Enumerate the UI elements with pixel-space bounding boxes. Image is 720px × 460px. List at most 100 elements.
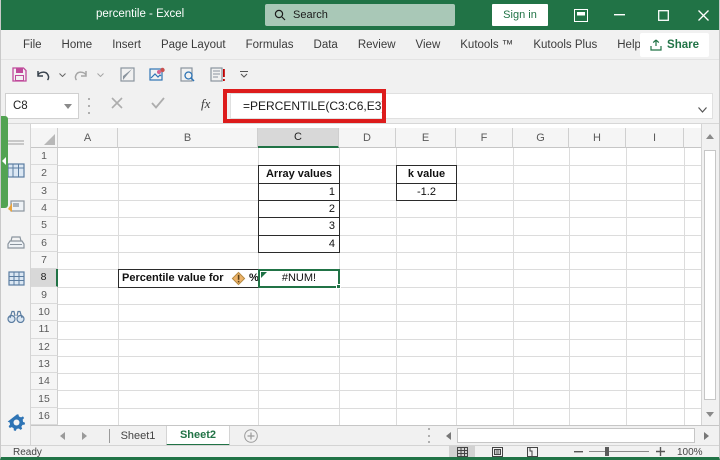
cell-e2[interactable]: k value [396,165,457,184]
customize-toolbar-chevron[interactable] [239,65,249,85]
undo-button[interactable] [33,65,53,85]
scroll-down-button[interactable] [702,404,718,424]
ribbon-tab-kutools[interactable]: Kutools ™ [450,30,523,60]
printer-icon[interactable] [6,232,26,252]
tabbar-separator-dots[interactable] [427,428,430,443]
ribbon-tab-kutools-plus[interactable]: Kutools Plus [523,30,607,60]
column-header-i[interactable]: I [626,128,684,148]
save-button[interactable] [9,65,29,85]
ribbon-tab-data[interactable]: Data [304,30,348,60]
row-header-6[interactable]: 6 [31,234,58,252]
row-header-5[interactable]: 5 [31,217,58,235]
enter-button[interactable] [151,96,165,114]
settings-gear-icon[interactable] [6,412,26,432]
insert-function-button[interactable]: fx [201,96,210,112]
workbook-grid-icon[interactable] [6,160,26,180]
ribbon-display-options-button[interactable] [564,0,598,30]
page-layout-view-button[interactable] [484,446,510,457]
row-header-3[interactable]: 3 [31,182,58,200]
cell-c8[interactable]: #NUM! [258,269,341,289]
cancel-button[interactable] [111,96,123,114]
row-header-1[interactable]: 1 [31,148,58,166]
sign-in-button[interactable]: Sign in [492,4,548,26]
row-header-8[interactable]: 8 [31,269,58,287]
share-button[interactable]: Share [640,33,709,57]
maximize-button[interactable] [646,0,680,30]
cell-e3[interactable]: -1.2 [396,182,457,201]
row-header-14[interactable]: 14 [31,373,58,391]
row-header-16[interactable]: 16 [31,407,58,426]
ribbon-tab-home[interactable]: Home [52,30,103,60]
worksheet-nav-icon[interactable] [6,196,26,216]
search-input[interactable]: Search [265,4,455,26]
next-sheet-button[interactable] [75,426,93,446]
close-button[interactable] [686,0,719,30]
column-header-d[interactable]: D [339,128,396,148]
row-header-4[interactable]: 4 [31,199,58,218]
column-header-e[interactable]: E [396,128,456,148]
scroll-left-button[interactable] [439,426,457,446]
scroll-right-button[interactable] [697,426,715,446]
ribbon-tab-page-layout[interactable]: Page Layout [151,30,236,60]
column-header-b[interactable]: B [118,128,258,148]
column-header-c[interactable]: C [258,128,339,148]
page-break-preview-button[interactable] [519,446,545,457]
drag-handle-icon[interactable] [6,132,26,152]
ribbon-tab-file[interactable]: File [13,30,52,60]
row-header-11[interactable]: 11 [31,321,58,339]
redo-dropdown-chevron[interactable] [95,65,105,85]
cell-c6[interactable]: 4 [258,234,340,253]
vertical-scroll-thumb[interactable] [704,150,716,400]
binoculars-icon[interactable] [6,306,26,326]
new-sheet-button[interactable] [243,428,259,444]
insert-picture-button[interactable] [147,65,167,85]
pane-collapse-toggle[interactable] [1,116,8,208]
print-preview-button[interactable] [177,65,197,85]
error-checking-warning-icon[interactable] [231,271,246,286]
proofing-button[interactable] [207,65,227,85]
column-header-h[interactable]: H [569,128,626,148]
undo-dropdown-chevron[interactable] [57,65,67,85]
cell-c4[interactable]: 2 [258,199,340,219]
fill-handle[interactable] [336,283,341,289]
columns-icon[interactable] [6,268,26,288]
zoom-out-button[interactable] [571,446,585,457]
ribbon-tab-insert[interactable]: Insert [102,30,151,60]
horizontal-scrollbar[interactable] [439,426,714,446]
ribbon-tab-view[interactable]: View [406,30,451,60]
minimize-button[interactable] [602,0,636,30]
row-header-7[interactable]: 7 [31,251,58,270]
row-header-9[interactable]: 9 [31,286,58,304]
formula-input[interactable]: =PERCENTILE(C3:C6,E3) [230,93,713,119]
cell-c2[interactable]: Array values [258,165,340,184]
row-header-13[interactable]: 13 [31,355,58,374]
zoom-slider-track[interactable] [589,451,649,452]
column-header-g[interactable]: G [513,128,569,148]
cell-c3[interactable]: 1 [258,182,340,201]
scroll-up-button[interactable] [702,126,718,146]
row-header-12[interactable]: 12 [31,338,58,356]
expand-formula-bar-button[interactable] [698,100,707,118]
column-header-a[interactable]: A [58,128,118,148]
sheet-tab-sheet1[interactable]: Sheet1 [110,426,166,446]
name-box[interactable]: C8 [5,93,79,119]
spreadsheet-grid[interactable]: % A B C D E F G H I 1 2 3 4 5 6 7 8 9 10 11 12 13 14 15 16 Array … [31,124,713,445]
zoom-in-button[interactable] [653,446,667,457]
redo-button[interactable] [71,65,91,85]
row-header-2[interactable]: 2 [31,165,58,183]
normal-view-button[interactable] [449,446,475,457]
horizontal-scroll-thumb[interactable] [457,428,695,443]
vertical-scrollbar[interactable] [701,124,717,425]
ribbon-tab-formulas[interactable]: Formulas [236,30,304,60]
ribbon-tab-review[interactable]: Review [348,30,406,60]
row-header-10[interactable]: 10 [31,303,58,322]
row-header-15[interactable]: 15 [31,390,58,408]
zoom-level-label[interactable]: 100% [677,447,703,457]
previous-sheet-button[interactable] [53,426,71,446]
column-header-f[interactable]: F [456,128,513,148]
select-all-corner[interactable] [31,128,58,148]
sheet-tab-sheet2[interactable]: Sheet2 [166,426,230,446]
zoom-slider-thumb[interactable] [605,447,609,456]
cell-c5[interactable]: 3 [258,217,340,236]
draw-tool-button[interactable] [117,65,137,85]
